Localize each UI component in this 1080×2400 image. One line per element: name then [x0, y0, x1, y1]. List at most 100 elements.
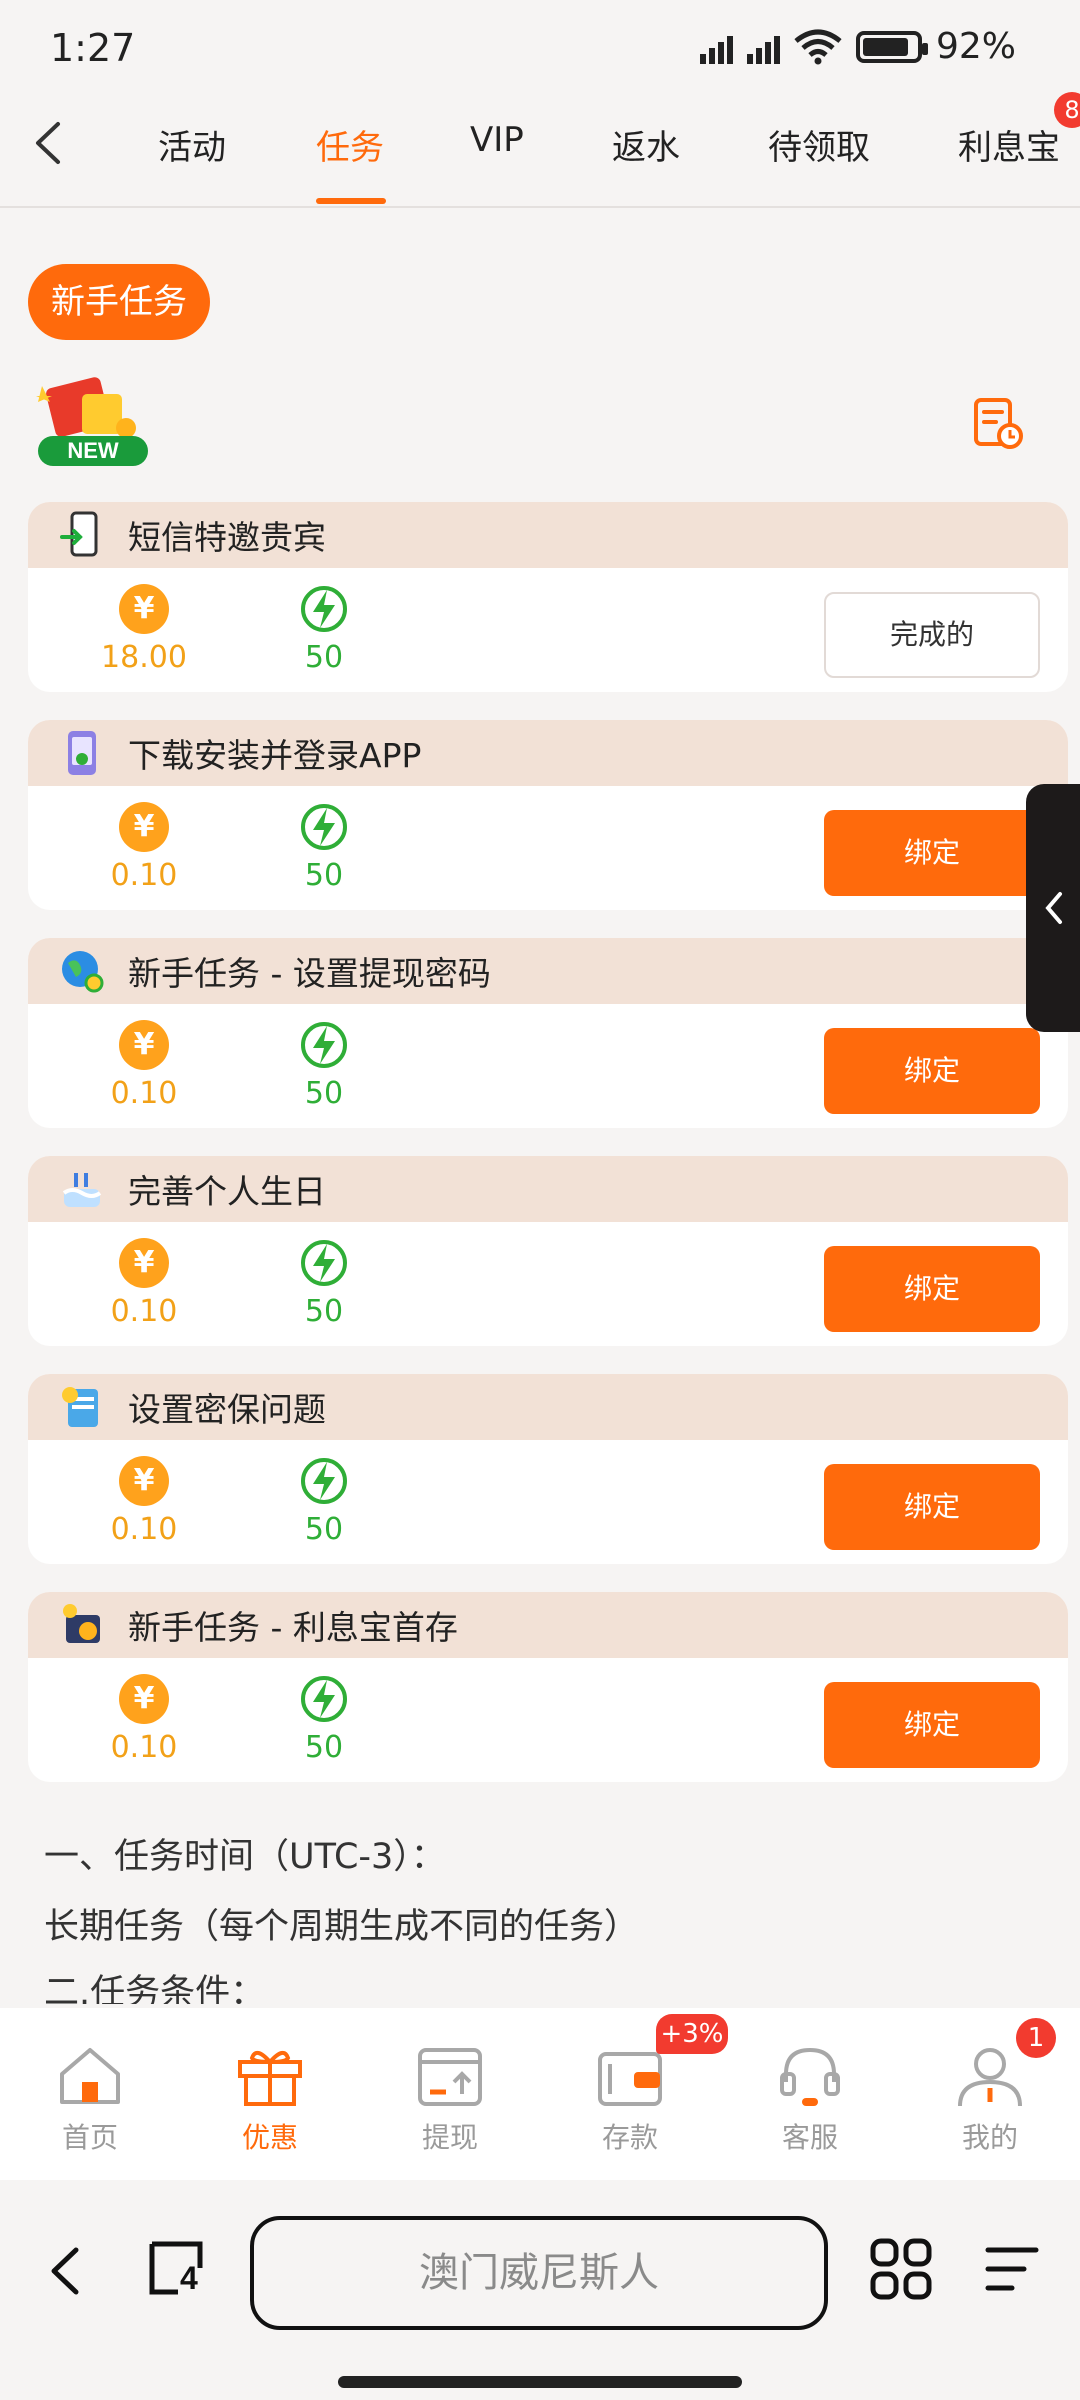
- task-card: 短信特邀贵宾 ¥ 18.00 50 完成的: [28, 502, 1068, 692]
- money-value: 0.10: [110, 858, 178, 893]
- task-header: 新手任务 - 设置提现密码: [28, 938, 1068, 1004]
- active-tab-indicator: [316, 198, 386, 204]
- points-reward: 50: [264, 1238, 384, 1329]
- browser-toolbar: 4 澳门威尼斯人: [0, 2180, 1080, 2400]
- battery-icon: [855, 30, 928, 63]
- tab-interest[interactable]: 利息宝: [958, 120, 1060, 169]
- browser-tabs-button[interactable]: 4: [146, 2238, 206, 2298]
- points-value: 50: [304, 1730, 344, 1765]
- task-completed-button[interactable]: 完成的: [824, 592, 1040, 678]
- nav-deposit[interactable]: 存款: [570, 2044, 690, 2156]
- points-value: 50: [304, 858, 344, 893]
- bottom-navigation: 首页 优惠 提现 存款 客服 我的: [0, 2008, 1080, 2180]
- points-reward: 50: [264, 1020, 384, 1111]
- task-header: 设置密保问题: [28, 1374, 1068, 1440]
- nav-home[interactable]: 首页: [30, 2044, 150, 2156]
- signal-icon: [699, 30, 733, 64]
- grid-menu-icon[interactable]: [870, 2238, 932, 2300]
- bind-button[interactable]: 绑定: [824, 810, 1040, 896]
- tab-pending[interactable]: 待领取: [768, 120, 870, 169]
- nav-label: 提现: [421, 2121, 478, 2154]
- app-download-icon: [68, 731, 96, 775]
- nav-label: 我的: [961, 2121, 1018, 2154]
- task-title: 下载安装并登录APP: [128, 736, 422, 775]
- points-reward: 50: [264, 1674, 384, 1765]
- side-drawer-handle[interactable]: [1026, 784, 1080, 1032]
- yuan-coin-icon: ¥: [119, 1456, 169, 1506]
- money-value: 0.10: [110, 1512, 178, 1547]
- new-user-tasks-pill[interactable]: 新手任务: [28, 264, 210, 340]
- nav-promotions[interactable]: 优惠: [210, 2044, 330, 2156]
- tab-tasks[interactable]: 任务: [316, 120, 384, 169]
- nav-customer-service[interactable]: 客服: [750, 2044, 870, 2156]
- task-card: 新手任务 - 利息宝首存 ¥ 0.10 50 绑定: [28, 1592, 1068, 1782]
- task-title: 短信特邀贵宾: [128, 518, 326, 557]
- lightning-icon: [301, 1240, 347, 1286]
- tab-rebate[interactable]: 返水: [612, 120, 680, 169]
- points-value: 50: [304, 1512, 344, 1547]
- money-reward: ¥ 0.10: [84, 1020, 204, 1111]
- money-value: 18.00: [101, 640, 187, 675]
- money-reward: ¥ 0.10: [84, 1456, 204, 1547]
- user-icon: [958, 2048, 1022, 2107]
- bind-button[interactable]: 绑定: [824, 1464, 1040, 1550]
- task-card: 设置密保问题 ¥ 0.10 50 绑定: [28, 1374, 1068, 1564]
- task-card: 完善个人生日 ¥ 0.10 50 绑定: [28, 1156, 1068, 1346]
- lightning-icon: [301, 1022, 347, 1068]
- task-header: 新手任务 - 利息宝首存: [28, 1592, 1068, 1658]
- tab-activity[interactable]: 活动: [158, 120, 226, 169]
- task-card: 新手任务 - 设置提现密码 ¥ 0.10 50 绑定: [28, 938, 1068, 1128]
- lightning-icon: [301, 1458, 347, 1504]
- points-value: 50: [304, 1294, 344, 1329]
- phone-sms-icon: [60, 511, 98, 557]
- headset-icon: [780, 2047, 840, 2106]
- yuan-coin-icon: ¥: [119, 802, 169, 852]
- money-reward: ¥ 0.10: [84, 1238, 204, 1329]
- task-record-icon[interactable]: [972, 396, 1024, 450]
- battery-level: 92%: [935, 26, 1016, 67]
- status-bar: 1:27 92%: [0, 0, 1080, 80]
- task-header: 下载安装并登录APP: [28, 720, 1068, 786]
- points-reward: 50: [264, 802, 384, 893]
- money-reward: ¥ 18.00: [84, 584, 204, 675]
- withdraw-icon: [418, 2048, 482, 2106]
- status-icons: 92%: [699, 26, 1016, 67]
- lightning-icon: [301, 804, 347, 850]
- task-description-line: 一、任务时间（UTC-3）：: [44, 1837, 446, 1877]
- task-title: 新手任务 - 利息宝首存: [128, 1608, 458, 1647]
- money-value: 0.10: [110, 1730, 178, 1765]
- task-title: 设置密保问题: [128, 1390, 326, 1429]
- task-header: 短信特邀贵宾: [28, 502, 1068, 568]
- home-indicator: [338, 2376, 742, 2388]
- bind-button[interactable]: 绑定: [824, 1246, 1040, 1332]
- bind-button[interactable]: 绑定: [824, 1028, 1040, 1114]
- globe-key-icon: [62, 951, 104, 993]
- back-arrow-icon[interactable]: [28, 118, 68, 168]
- task-description-line: 长期任务（每个周期生成不同的任务）: [44, 1907, 640, 1947]
- nav-withdraw[interactable]: 提现: [390, 2044, 510, 2156]
- interest-deposit-icon: [63, 1604, 100, 1643]
- new-gift-icon: NEW: [36, 377, 148, 466]
- svg-text:NEW: NEW: [67, 438, 119, 463]
- nav-label: 首页: [61, 2121, 118, 2154]
- deposit-bonus-badge: +3%: [656, 2014, 728, 2054]
- browser-back-icon[interactable]: [48, 2246, 82, 2296]
- money-reward: ¥ 0.10: [84, 1674, 204, 1765]
- bind-button[interactable]: 绑定: [824, 1682, 1040, 1768]
- task-header: 完善个人生日: [28, 1156, 1068, 1222]
- chevron-left-icon: [1045, 892, 1062, 924]
- points-value: 50: [304, 640, 344, 675]
- yuan-coin-icon: ¥: [119, 1020, 169, 1070]
- mine-notification-badge: 1: [1016, 2018, 1056, 2058]
- lightning-icon: [301, 1676, 347, 1722]
- nav-label: 客服: [781, 2121, 838, 2154]
- task-title: 完善个人生日: [128, 1172, 326, 1211]
- wifi-icon: [794, 29, 842, 64]
- nav-label: 存款: [601, 2121, 658, 2154]
- browser-address-bar[interactable]: 澳门威尼斯人: [250, 2216, 828, 2330]
- hamburger-menu-icon[interactable]: [984, 2244, 1040, 2294]
- money-value: 0.10: [110, 1076, 178, 1111]
- nav-mine[interactable]: 我的: [930, 2044, 1050, 2156]
- tab-vip[interactable]: VIP: [470, 120, 524, 160]
- tab-bar: 活动 任务 VIP 返水 待领取 利息宝 8: [0, 80, 1080, 208]
